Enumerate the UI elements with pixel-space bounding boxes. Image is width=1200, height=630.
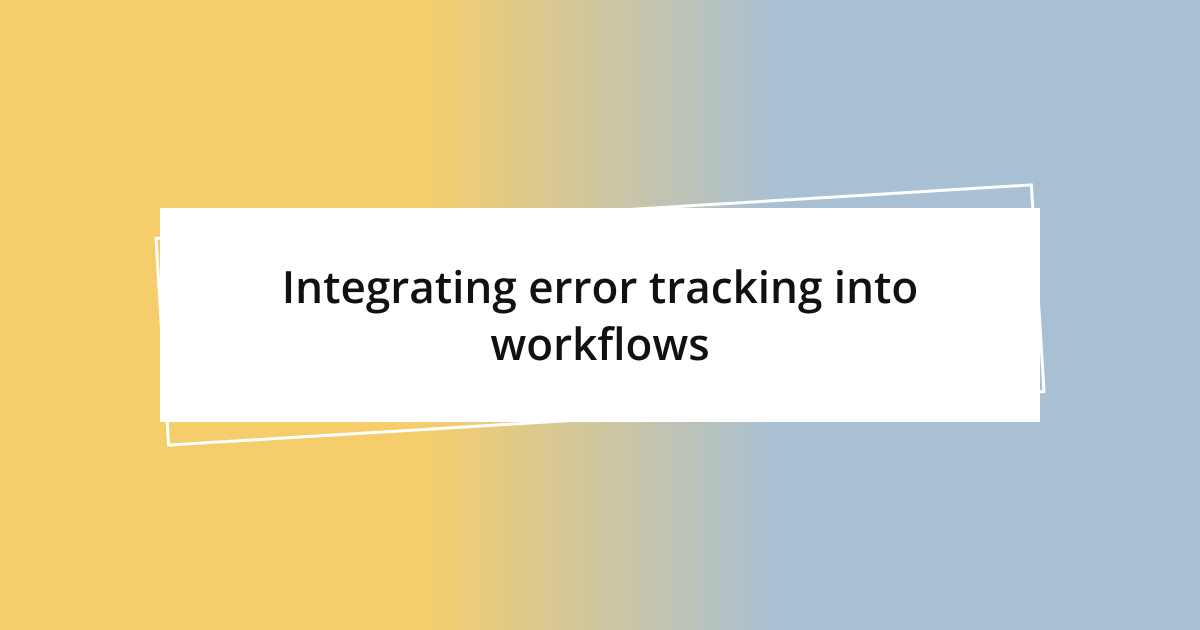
page-title: Integrating error tracking into workflow… [220,258,980,372]
title-card: Integrating error tracking into workflow… [160,208,1040,422]
title-card-wrapper: Integrating error tracking into workflow… [160,208,1040,422]
